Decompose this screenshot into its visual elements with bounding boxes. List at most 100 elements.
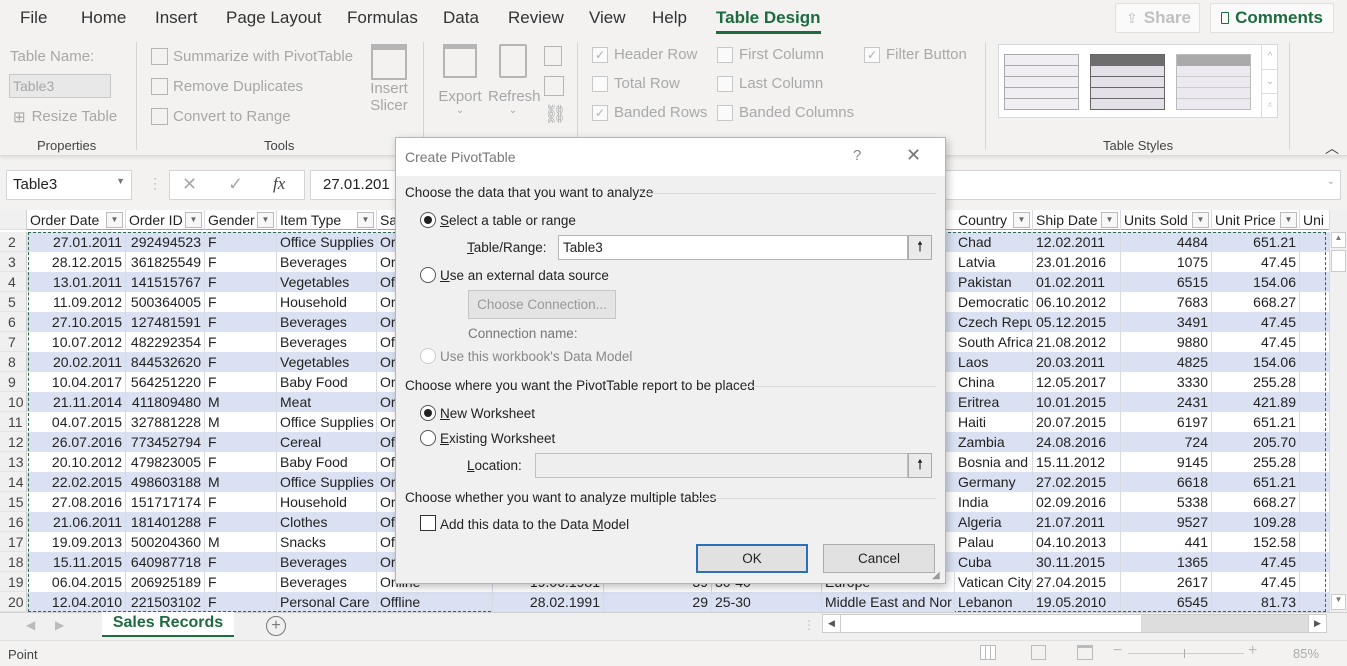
gallery-down-button[interactable]: ⌄ [1261, 69, 1278, 93]
cell-ship[interactable]: 24.08.2016 [1033, 432, 1121, 452]
row-number[interactable]: 8 [0, 352, 27, 372]
first-column-checkbox[interactable]: First Column [717, 46, 824, 63]
cell-date[interactable]: 19.09.2013 [27, 532, 126, 552]
row-number[interactable]: 4 [0, 272, 27, 292]
scroll-down-button[interactable]: ▼ [1331, 594, 1346, 610]
cell-price[interactable]: 47.45 [1212, 252, 1300, 272]
resize-grip-icon[interactable]: ◢ [932, 570, 940, 581]
cell-g[interactable]: F [205, 492, 277, 512]
cell-date[interactable]: 27.01.2011 [27, 232, 126, 252]
cell-country[interactable]: Germany [955, 472, 1033, 492]
cell-price[interactable]: 154.06 [1212, 352, 1300, 372]
cell-ship[interactable]: 12.05.2017 [1033, 372, 1121, 392]
cell-g[interactable]: F [205, 352, 277, 372]
cell-price[interactable]: 47.45 [1212, 332, 1300, 352]
cell-id[interactable]: 844532620 [126, 352, 205, 372]
cell-empty[interactable] [1300, 552, 1330, 572]
normal-view-icon[interactable] [980, 645, 996, 660]
open-in-browser-icon[interactable] [544, 76, 564, 96]
cell-units[interactable]: 4484 [1121, 232, 1212, 252]
tab-page-layout[interactable]: Page Layout [226, 8, 321, 28]
cell-country[interactable]: India [955, 492, 1033, 512]
cell-empty[interactable] [1300, 432, 1330, 452]
table-style-light[interactable] [1004, 54, 1079, 110]
cell-units[interactable]: 9880 [1121, 332, 1212, 352]
comments-button[interactable]: Comments [1210, 3, 1334, 33]
cell-price[interactable]: 152.58 [1212, 532, 1300, 552]
add-data-model-label[interactable]: Add this data to the Data Model [440, 517, 629, 532]
cell-id[interactable]: 327881228 [126, 412, 205, 432]
cell-units[interactable]: 724 [1121, 432, 1212, 452]
filter-dropdown-icon[interactable]: ▼ [1280, 212, 1297, 228]
cell-g[interactable]: F [205, 252, 277, 272]
resize-table-button[interactable]: ⊞ Resize Table [13, 108, 117, 126]
cell-units[interactable]: 2617 [1121, 572, 1212, 592]
cell-date[interactable]: 20.02.2011 [27, 352, 126, 372]
cell-g[interactable]: F [205, 432, 277, 452]
tab-help[interactable]: Help [652, 8, 687, 28]
cell-date[interactable]: 11.09.2012 [27, 292, 126, 312]
cell-empty[interactable] [1300, 492, 1330, 512]
select-all-corner[interactable] [0, 210, 27, 230]
gallery-more-button[interactable]: ⩡ [1261, 93, 1278, 118]
cell-item[interactable]: Meat [277, 392, 377, 412]
cell-id[interactable]: 127481591 [126, 312, 205, 332]
cell-ship[interactable]: 02.09.2016 [1033, 492, 1121, 512]
cell-ship[interactable]: 05.12.2015 [1033, 312, 1121, 332]
cell-empty[interactable] [1300, 352, 1330, 372]
help-button[interactable]: ? [853, 147, 861, 164]
filter-dropdown-icon[interactable]: ▼ [1192, 212, 1209, 228]
cell-units[interactable]: 6545 [1121, 592, 1212, 612]
zoom-slider[interactable] [1128, 649, 1244, 658]
select-table-radio[interactable] [420, 212, 436, 228]
scroll-right-button[interactable]: ▶ [1308, 615, 1326, 632]
cell-sa[interactable]: Offline [377, 592, 493, 612]
tab-file[interactable]: File [20, 8, 47, 28]
cell-item[interactable]: Office Supplies [277, 472, 377, 492]
cell-id[interactable]: 564251220 [126, 372, 205, 392]
convert-to-range-button[interactable]: Convert to Range [151, 108, 291, 125]
cell-g[interactable]: F [205, 272, 277, 292]
cell-units[interactable]: 4825 [1121, 352, 1212, 372]
column-header[interactable]: Uni [1300, 210, 1330, 230]
cell-price[interactable]: 668.27 [1212, 292, 1300, 312]
cell-country[interactable]: Eritrea [955, 392, 1033, 412]
cell-price[interactable]: 154.06 [1212, 272, 1300, 292]
header-row-checkbox[interactable]: ✓ Header Row [592, 46, 697, 63]
unlink-icon[interactable]: ⛓ [544, 104, 567, 125]
cell-date[interactable]: 15.11.2015 [27, 552, 126, 572]
cell-date[interactable]: 06.04.2015 [27, 572, 126, 592]
cell-region[interactable]: Middle East and Nor [822, 592, 955, 612]
zoom-in-button[interactable]: + [1248, 642, 1257, 660]
row-number[interactable]: 17 [0, 532, 27, 552]
cell-empty[interactable] [1300, 252, 1330, 272]
cell-id[interactable]: 141515767 [126, 272, 205, 292]
cell-ship[interactable]: 30.11.2015 [1033, 552, 1121, 572]
cell-country[interactable]: Democratic [955, 292, 1033, 312]
cell-g[interactable]: F [205, 232, 277, 252]
cell-units[interactable]: 5338 [1121, 492, 1212, 512]
cell-country[interactable]: Pakistan [955, 272, 1033, 292]
cell-empty[interactable] [1300, 452, 1330, 472]
cell-ship[interactable]: 20.03.2011 [1033, 352, 1121, 372]
cell-item[interactable]: Beverages [277, 572, 377, 592]
row-number[interactable]: 11 [0, 412, 27, 432]
cell-id[interactable]: 206925189 [126, 572, 205, 592]
share-button[interactable]: ⇪ Share [1115, 3, 1200, 33]
horizontal-scrollbar[interactable]: ◀ ▶ [822, 614, 1327, 633]
row-number[interactable]: 2 [0, 232, 27, 252]
row-number[interactable]: 15 [0, 492, 27, 512]
cell-ship[interactable]: 27.04.2015 [1033, 572, 1121, 592]
cell-ship[interactable]: 12.02.2011 [1033, 232, 1121, 252]
prev-sheet-icon[interactable]: ◀ [26, 618, 35, 632]
cell-date[interactable]: 26.07.2016 [27, 432, 126, 452]
filter-dropdown-icon[interactable]: ▼ [1013, 212, 1030, 228]
cell-date[interactable]: 12.04.2010 [27, 592, 126, 612]
cell-price[interactable]: 255.28 [1212, 452, 1300, 472]
cell-g[interactable]: M [205, 412, 277, 432]
cell-price[interactable]: 651.21 [1212, 472, 1300, 492]
column-header[interactable]: Unit Price ▼ [1212, 210, 1300, 230]
cell-id[interactable]: 498603188 [126, 472, 205, 492]
cell-item[interactable]: Cereal [277, 432, 377, 452]
row-number[interactable]: 6 [0, 312, 27, 332]
